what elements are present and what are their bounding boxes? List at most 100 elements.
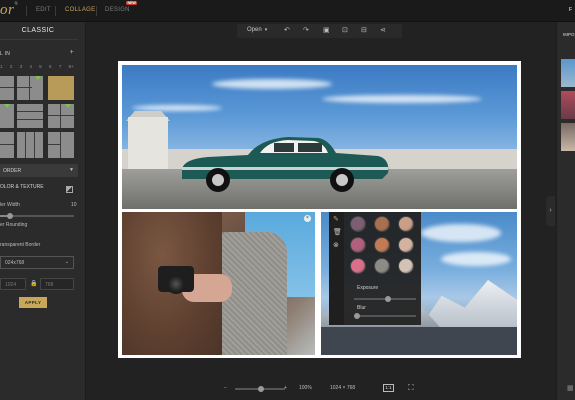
filter-swatch[interactable] [350,216,366,232]
import-label[interactable]: IMPO [563,32,575,37]
layout-template[interactable] [48,132,74,158]
size-preset-select[interactable]: 024x768 ⌄ [0,256,74,269]
add-icon[interactable]: + [70,49,74,56]
layout-template[interactable] [32,76,43,100]
thumbnail[interactable] [561,59,575,87]
right-panel-toggle[interactable]: › [546,196,555,226]
cloud [322,95,482,103]
photo-car[interactable] [122,65,517,209]
collage-canvas[interactable]: × [118,61,521,358]
layout-template[interactable] [0,104,14,128]
layout-template[interactable] [17,132,43,158]
fill-in-section[interactable]: L IN + [0,49,78,57]
image-icon[interactable]: ▣ [323,26,330,34]
trash-icon[interactable]: 🗑 [333,228,342,236]
nav-design[interactable]: DESIGN [105,7,130,13]
cloud [421,224,501,242]
chevron-down-icon: ⌄ [64,259,69,265]
width-input[interactable]: 1024 [0,278,26,290]
height-input[interactable]: 768 [40,278,74,290]
app-logo[interactable]: or® [0,2,19,19]
zoom-level: 100% [299,385,312,391]
new-badge: NEW [126,1,138,5]
classic-car [182,137,389,192]
count-8-plus[interactable]: 8+ [68,65,73,70]
border-dropdown[interactable]: ORDER ▼ [0,164,78,177]
slider-handle[interactable] [258,386,264,392]
count-1[interactable]: 1 [0,65,3,70]
divider [0,39,78,40]
check-icon [65,104,71,108]
slider-handle[interactable] [7,213,13,219]
color-picker-icon[interactable] [66,186,73,193]
top-right-fragment[interactable]: F [569,7,575,13]
transparent-border-label: ransparent Border [0,242,41,248]
slider-handle[interactable] [385,296,391,302]
brush-icon[interactable]: ✎ [333,215,339,223]
chevron-down-icon: ▼ [69,167,74,173]
nav-divider [26,6,27,16]
foreground [321,327,517,355]
zoom-bar: − + 100% 1024 × 768 1:1 ⛶ [218,383,428,395]
size-preset-value: 024x768 [5,260,25,266]
actual-size-button[interactable]: 1:1 [383,384,394,392]
filter-swatch[interactable] [374,216,390,232]
blur-label: Blur [357,305,366,311]
lock-icon[interactable]: 🔒 [30,280,37,287]
open-button[interactable]: Open ▾ [247,27,267,33]
count-5[interactable]: 5 [39,65,42,70]
filter-swatch[interactable] [398,237,414,253]
reset-icon[interactable]: ⊗ [333,241,339,249]
filter-swatch[interactable] [398,258,414,274]
watchtower [128,117,168,169]
chevron-down-icon: ▾ [264,27,268,33]
thumbnail[interactable] [561,123,575,151]
layout-template[interactable] [0,132,14,158]
share-icon[interactable]: ⋖ [380,26,386,34]
nav-collage[interactable]: COLLAGE [65,7,95,13]
layout-template[interactable] [17,104,43,128]
apply-button[interactable]: APPLY [19,297,47,308]
panel-title: CLASSIC [21,27,55,34]
count-6[interactable]: 6 [49,65,52,70]
cloud [441,252,511,266]
zoom-out-button[interactable]: − [224,385,227,391]
chevron-right-icon: › [549,207,552,214]
filter-swatch[interactable] [398,216,414,232]
undo-icon[interactable]: ↶ [284,26,290,34]
nav-edit[interactable]: EDIT [36,7,51,13]
photo-count-selector: 1 2 3 4 5 6 7 8+ [0,65,78,70]
zoom-in-button[interactable]: + [284,385,287,391]
filter-swatch[interactable] [350,237,366,253]
gallery-icon[interactable]: ▦ [567,384,574,392]
count-4[interactable]: 4 [29,65,32,70]
slider-handle[interactable] [354,313,360,319]
check-icon [4,104,10,108]
count-7[interactable]: 7 [59,65,62,70]
count-3[interactable]: 3 [20,65,23,70]
cloud [132,105,222,111]
color-texture-label: OLOR & TEXTURE [0,184,44,190]
inner-width-label: ler Width [0,202,20,208]
exposure-slider[interactable] [354,296,416,302]
layout-template[interactable] [0,76,14,100]
crop-icon[interactable]: ⊡ [342,26,348,34]
filter-swatch[interactable] [374,237,390,253]
blur-slider[interactable] [354,313,416,319]
fullscreen-icon[interactable]: ⛶ [408,383,414,393]
check-icon [35,76,41,80]
inner-width-slider[interactable] [0,213,74,219]
export-icon[interactable]: ⊟ [361,26,367,34]
layout-template-selected[interactable] [48,76,74,100]
redo-icon[interactable]: ↷ [303,26,309,34]
thumbnail[interactable] [561,91,575,119]
filter-swatch[interactable] [374,258,390,274]
filter-panel: ✎ 🗑 ⊗ Exposure Blur [329,212,421,325]
right-panel: IMPO ▦ [556,22,575,400]
close-icon[interactable]: × [304,215,311,222]
photo-photographer[interactable]: × [122,212,315,355]
filter-swatch[interactable] [350,258,366,274]
top-bar: or® EDIT COLLAGE DESIGN NEW F [0,0,575,22]
count-2[interactable]: 2 [10,65,13,70]
layout-template[interactable] [48,104,74,128]
